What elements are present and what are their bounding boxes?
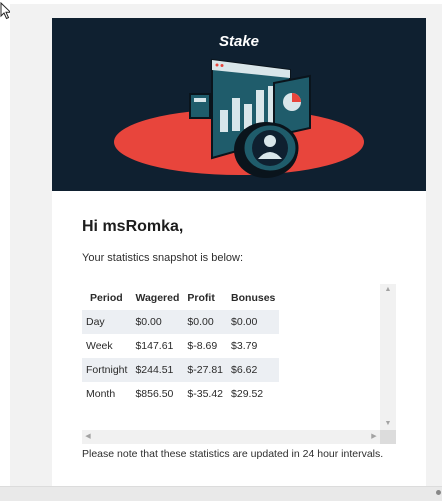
cell-period: Fortnight: [82, 358, 132, 382]
stats-table: Period Wagered Profit Bonuses Day $0.00 …: [82, 286, 280, 406]
cell-profit: $-35.42: [187, 388, 224, 400]
email-card: Stake Hi msRomka, Your statistics snapsh…: [52, 18, 426, 486]
table-row: Day $0.00 $0.00 $0.00: [82, 310, 280, 334]
triangle-up-icon[interactable]: ▲: [380, 284, 396, 296]
cell-wagered: $244.51: [131, 358, 184, 382]
header-profit: Profit: [187, 292, 215, 304]
cell-bonuses: $6.62: [227, 358, 280, 382]
cell-bonuses: $3.79: [231, 340, 258, 352]
cell-bonuses: $29.52: [231, 388, 264, 400]
hero-illustration: Stake: [52, 18, 426, 191]
intro-text: Your statistics snapshot is below:: [82, 252, 244, 264]
table-header-row: Period Wagered Profit Bonuses: [82, 286, 279, 310]
cell-wagered: $147.61: [135, 340, 174, 352]
scrollbar-corner: [380, 430, 396, 444]
cell-profit: $-27.81: [183, 358, 228, 382]
header-bonuses: Bonuses: [231, 292, 276, 304]
cell-period: Day: [82, 310, 132, 334]
bottom-bar: [0, 486, 442, 501]
triangle-down-icon[interactable]: ▼: [380, 418, 396, 430]
update-note: Please note that these statistics are up…: [82, 448, 384, 460]
vertical-scrollbar[interactable]: ▲ ▼: [380, 284, 396, 430]
cell-period: Month: [86, 388, 116, 400]
cell-period: Week: [86, 340, 113, 352]
dot-icon: [436, 490, 441, 495]
cell-profit: $0.00: [183, 310, 228, 334]
cell-bonuses: $0.00: [227, 310, 280, 334]
stake-logo: Stake: [219, 33, 259, 50]
table-row: Week $147.61 $-8.69 $3.79: [82, 334, 279, 358]
table-row: Fortnight $244.51 $-27.81 $6.62: [82, 358, 280, 382]
triangle-left-icon[interactable]: ◀: [82, 430, 94, 444]
stats-table-scroll-area[interactable]: Period Wagered Profit Bonuses Day $0.00 …: [82, 284, 396, 444]
greeting-heading: Hi msRomka,: [82, 218, 184, 235]
cell-profit: $-8.69: [187, 340, 218, 352]
horizontal-scrollbar[interactable]: ◀ ▶: [82, 430, 380, 444]
cell-wagered: $0.00: [131, 310, 184, 334]
vertical-scroll-track[interactable]: [384, 298, 392, 416]
header-period: Period: [90, 292, 123, 304]
header-wagered: Wagered: [135, 292, 180, 304]
triangle-right-icon[interactable]: ▶: [368, 430, 380, 444]
cell-wagered: $856.50: [135, 388, 174, 400]
table-row: Month $856.50 $-35.42 $29.52: [82, 382, 279, 406]
hero-banner: Stake: [52, 18, 426, 191]
